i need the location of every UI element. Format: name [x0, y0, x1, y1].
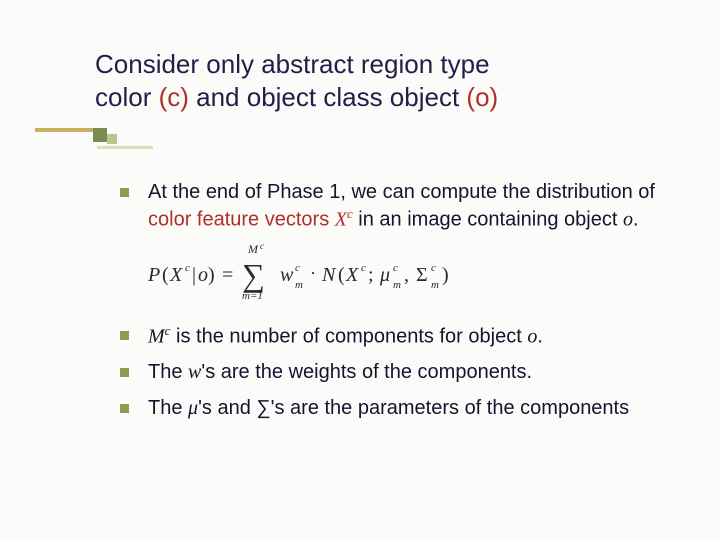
b4-mu: μ — [188, 397, 198, 419]
b4-sig: ∑ — [256, 397, 270, 419]
f-mu: μ — [379, 264, 390, 286]
f-musub: m — [393, 279, 401, 291]
square-bullet-icon — [120, 368, 129, 377]
b1-text-b: in an image containing object — [353, 208, 623, 230]
bullet-4: The μ's and ∑'s are the parameters of th… — [120, 396, 675, 422]
f-Sigsub: m — [431, 279, 439, 291]
f-Mtopc: c — [260, 241, 264, 251]
slide: Consider only abstract region type color… — [0, 0, 720, 540]
b2-mid: is the number of components for object — [170, 326, 527, 348]
f-musup: c — [393, 262, 398, 274]
f-Sig: Σ — [416, 264, 428, 286]
square-bullet-icon — [120, 188, 129, 197]
f-X: X — [169, 264, 183, 286]
b4-b: 's and — [198, 397, 256, 419]
b3-b: 's are the weights of the components. — [201, 361, 532, 383]
b3-a: The — [148, 361, 188, 383]
f-sumbot: m=1 — [242, 290, 263, 302]
f-Nopen: ( — [338, 264, 345, 286]
b4-a: The — [148, 397, 188, 419]
square-bullet-icon — [120, 331, 129, 340]
title-line2-mid: and object class object — [189, 82, 467, 112]
bullet-group-2: Mc is the number of components for objec… — [120, 323, 675, 421]
f-wsup: c — [295, 262, 300, 274]
f-comma: , — [404, 264, 409, 286]
bullet-3: The w's are the weights of the component… — [120, 360, 675, 386]
b2-o: o — [527, 326, 537, 348]
f-eq: = — [222, 264, 233, 286]
formula-svg: P ( X c | o ) = M c ∑ m=1 w c m · N — [148, 241, 508, 303]
f-sum: ∑ — [242, 257, 265, 293]
f-NXc: c — [361, 262, 366, 274]
slide-title: Consider only abstract region type color… — [95, 48, 675, 113]
bullet-2: Mc is the number of components for objec… — [120, 323, 675, 350]
title-accent-graphic — [35, 128, 121, 160]
f-close: ) — [208, 264, 215, 286]
f-wsub: m — [295, 279, 303, 291]
f-P: P — [148, 264, 160, 286]
bullet-1: At the end of Phase 1, we can compute th… — [120, 180, 675, 233]
title-o: (o) — [466, 82, 498, 112]
b2-M: M — [148, 326, 165, 348]
b1-o: o — [623, 208, 633, 230]
f-w: w — [280, 264, 294, 286]
f-o: o — [198, 264, 208, 286]
title-line2-pre: color — [95, 82, 159, 112]
b4-c: 's are the parameters of the components — [271, 397, 629, 419]
b3-w: w — [188, 361, 201, 383]
f-Mtop: M — [247, 242, 259, 256]
title-c: (c) — [159, 82, 189, 112]
f-NX: X — [345, 264, 359, 286]
f-Nclose: ) — [442, 264, 449, 286]
b1-red: color feature vectors — [148, 208, 335, 230]
f-Sigsup: c — [431, 262, 436, 274]
f-bar: | — [192, 264, 196, 286]
f-semi: ; — [368, 264, 374, 286]
b1-dot: . — [633, 208, 639, 230]
b1-text-a: At the end of Phase 1, we can compute th… — [148, 181, 655, 203]
f-N: N — [321, 264, 337, 286]
b2-dot: . — [537, 326, 543, 348]
f-Xc: c — [185, 262, 190, 274]
f-open: ( — [162, 264, 169, 286]
f-dot: · — [310, 263, 316, 283]
title-line1: Consider only abstract region type — [95, 49, 490, 79]
slide-body: At the end of Phase 1, we can compute th… — [120, 180, 675, 431]
square-bullet-icon — [120, 404, 129, 413]
b1-X: X — [335, 208, 347, 230]
formula: P ( X c | o ) = M c ∑ m=1 w c m · N — [148, 241, 675, 303]
